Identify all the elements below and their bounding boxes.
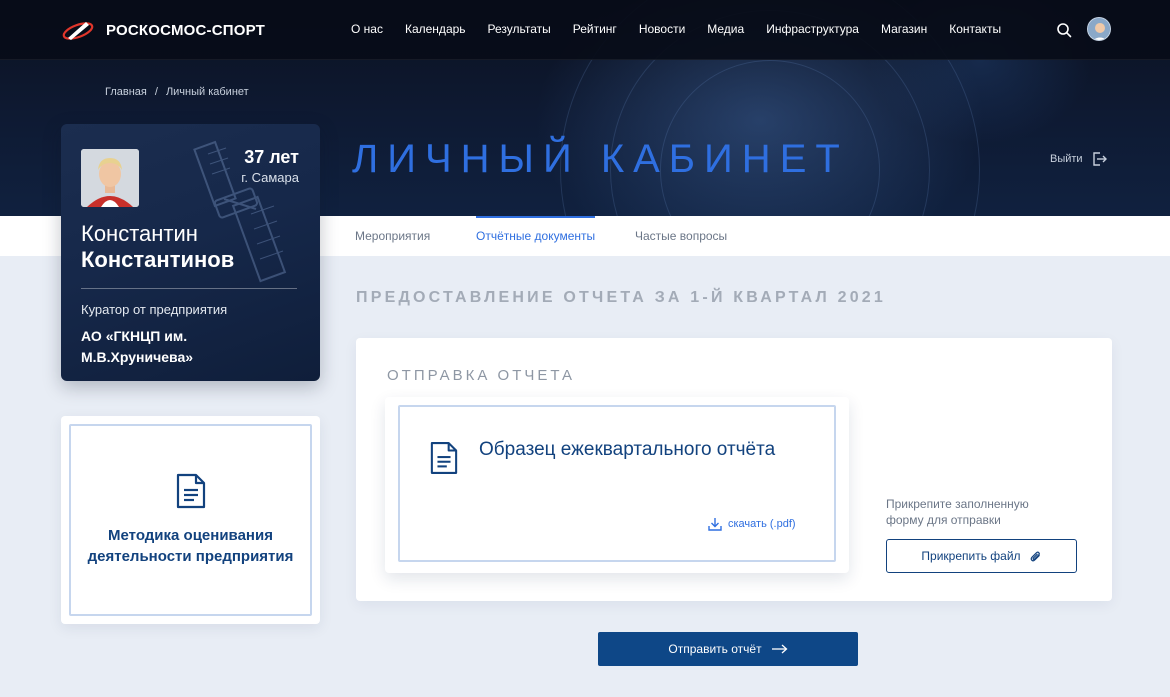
tab-report-documents[interactable]: Отчётные документы [476,216,596,256]
download-pdf-link[interactable]: скачать (.pdf) [708,517,796,531]
page-title: ЛИЧНЫЙ КАБИНЕТ [352,137,849,181]
user-avatar-image [1088,18,1110,40]
sample-report-title: Образец ежеквартального отчёта [479,439,776,460]
logout-button[interactable]: Выйти [1050,151,1107,167]
nav-item-calendar[interactable]: Календарь [405,22,466,36]
breadcrumb: Главная / Личный кабинет [105,86,249,98]
logout-label: Выйти [1050,153,1083,165]
profile-age: 37 лет [244,147,299,167]
user-avatar[interactable] [1087,17,1111,41]
nav-item-news[interactable]: Новости [639,22,685,36]
rocket-logo-icon [62,22,94,40]
profile-first-name: Константин [81,221,198,246]
brand-name: РОСКОСМОС-СПОРТ [106,21,266,39]
methodology-card[interactable]: Методика оценивания деятельности предпри… [61,416,320,624]
document-icon [430,442,458,474]
document-icon [176,473,205,509]
breadcrumb-current: Личный кабинет [165,86,249,98]
attach-file-button[interactable]: Прикрепить файл [886,539,1077,573]
nav-item-media[interactable]: Медиа [707,22,744,36]
nav-item-contacts[interactable]: Контакты [949,22,1001,36]
paperclip-icon [1030,551,1040,561]
profile-city: г. Самара [241,170,299,185]
profile-last-name: Константинов [81,247,235,272]
brand-logo[interactable]: РОСКОСМОС-СПОРТ [60,18,265,42]
attach-file-label: Прикрепить файл [921,549,1021,563]
submit-report-button[interactable]: Отправить отчёт [598,632,858,666]
top-navbar: РОСКОСМОС-СПОРТ О нас Календарь Результа… [0,0,1170,60]
profile-role: Куратор от предприятия [81,302,228,317]
sample-report-card-inner: Образец ежеквартального отчёта скачать (… [398,405,836,562]
search-icon[interactable] [1056,22,1072,38]
download-icon [708,518,722,531]
nav-item-shop[interactable]: Магазин [881,22,927,36]
sample-report-card: Образец ежеквартального отчёта скачать (… [385,397,849,573]
profile-organization: АО «ГКНЦП им. М.В.Хруничева» [81,328,194,365]
breadcrumb-separator: / [154,86,158,98]
nav-item-rating[interactable]: Рейтинг [573,22,617,36]
methodology-card-inner: Методика оценивания деятельности предпри… [69,424,312,616]
attach-hint: Прикрепите заполненную форму для отправк… [886,497,1029,527]
nav-item-about[interactable]: О нас [351,22,383,36]
profile-photo [81,149,139,207]
main-nav: О нас Календарь Результаты Рейтинг Новос… [351,22,1023,36]
breadcrumb-home[interactable]: Главная [105,86,147,98]
report-panel: ОТПРАВКА ОТЧЕТА Образец ежеквартального … [356,338,1112,601]
methodology-label: Методика оценивания деятельности предпри… [87,527,294,565]
tab-faq[interactable]: Частые вопросы [635,216,727,256]
nav-item-results[interactable]: Результаты [488,22,551,36]
section-title: ПРЕДОСТАВЛЕНИЕ ОТЧЕТА ЗА 1-Й КВАРТАЛ 202… [356,289,887,306]
profile-card: 37 лет г. Самара Константин Константинов… [61,124,320,381]
arrow-right-icon [771,644,788,654]
profile-divider [81,288,297,289]
report-panel-title: ОТПРАВКА ОТЧЕТА [387,367,576,384]
nav-item-infrastructure[interactable]: Инфраструктура [766,22,859,36]
profile-photo-image [81,149,139,207]
download-label: скачать (.pdf) [728,518,796,530]
logout-icon [1092,152,1107,166]
tab-events[interactable]: Мероприятия [355,216,430,256]
submit-report-label: Отправить отчёт [668,642,762,656]
